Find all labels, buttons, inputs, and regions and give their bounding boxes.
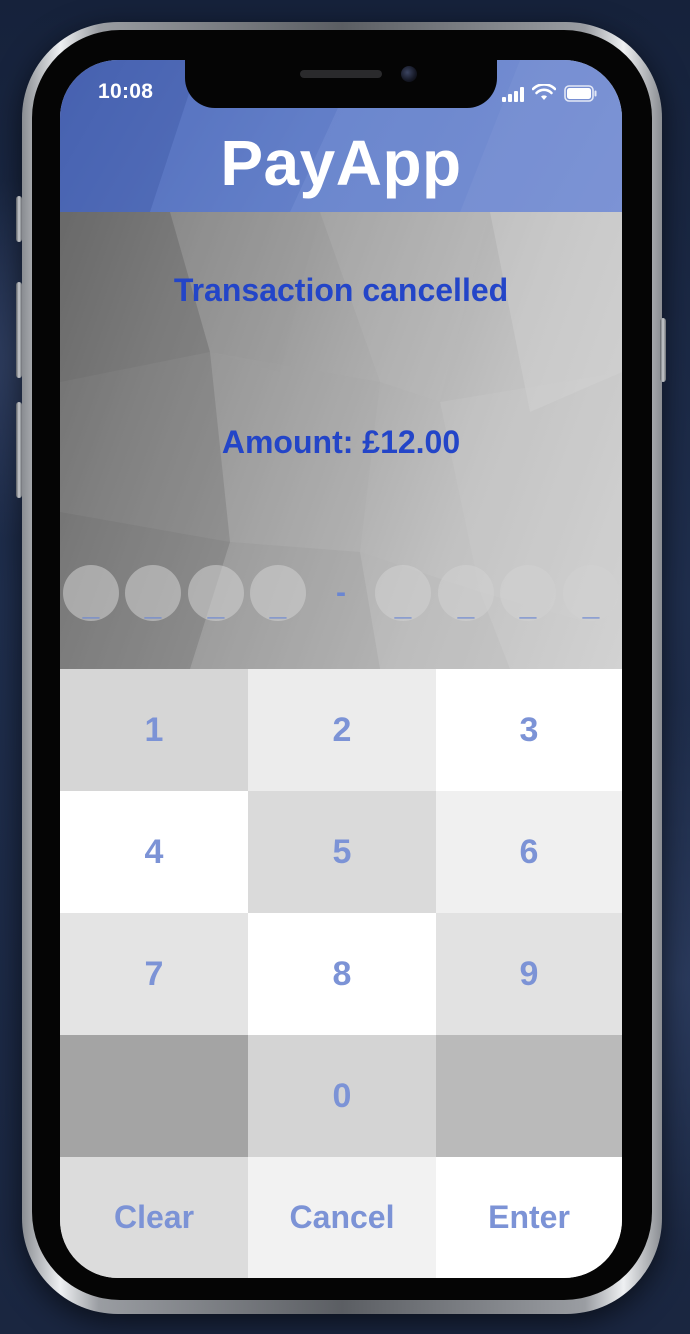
key-8[interactable]: 8 bbox=[248, 913, 436, 1035]
pin-slot: _ bbox=[500, 565, 556, 622]
pin-slot: _ bbox=[563, 565, 619, 622]
numeric-keypad: 1 2 3 4 5 6 7 8 9 0 Clear Cancel Enter bbox=[60, 669, 622, 1278]
phone-notch bbox=[185, 60, 497, 108]
app-title: PayApp bbox=[220, 127, 462, 199]
battery-icon bbox=[564, 85, 597, 102]
power-button bbox=[660, 318, 666, 382]
transaction-display: Transaction cancelled Amount: £12.00 _ _… bbox=[60, 212, 622, 669]
phone-screen: 10:08 PayApp Transaction cancelled Amoun… bbox=[60, 60, 622, 1278]
status-time: 10:08 bbox=[98, 80, 154, 103]
pin-separator: - bbox=[336, 576, 346, 609]
mute-switch bbox=[16, 196, 22, 242]
key-blank-right bbox=[436, 1035, 622, 1157]
pin-slot: _ bbox=[188, 565, 244, 622]
key-4[interactable]: 4 bbox=[60, 791, 248, 913]
signal-icon bbox=[502, 86, 524, 102]
enter-button[interactable]: Enter bbox=[436, 1157, 622, 1278]
wifi-icon bbox=[532, 84, 556, 100]
cancel-button[interactable]: Cancel bbox=[248, 1157, 436, 1278]
speaker-grille bbox=[300, 70, 382, 78]
volume-up-button bbox=[16, 282, 22, 378]
key-blank-left bbox=[60, 1035, 248, 1157]
volume-down-button bbox=[16, 402, 22, 498]
key-9[interactable]: 9 bbox=[436, 913, 622, 1035]
key-5[interactable]: 5 bbox=[248, 791, 436, 913]
transaction-status: Transaction cancelled bbox=[173, 272, 509, 308]
camera-icon bbox=[401, 66, 417, 82]
pin-slot: _ bbox=[250, 565, 306, 622]
pin-slot: _ bbox=[63, 565, 119, 622]
amount-label: Amount: £12.00 bbox=[221, 424, 461, 460]
key-6[interactable]: 6 bbox=[436, 791, 622, 913]
key-2[interactable]: 2 bbox=[248, 669, 436, 791]
key-1[interactable]: 1 bbox=[60, 669, 248, 791]
pin-display: _ _ _ _ - _ _ _ _ bbox=[63, 565, 622, 623]
clear-button[interactable]: Clear bbox=[60, 1157, 248, 1278]
pin-slot: _ bbox=[375, 565, 431, 622]
key-3[interactable]: 3 bbox=[436, 669, 622, 791]
key-0[interactable]: 0 bbox=[248, 1035, 436, 1157]
key-7[interactable]: 7 bbox=[60, 913, 248, 1035]
pin-slot: _ bbox=[438, 565, 494, 622]
status-icons bbox=[502, 82, 598, 102]
pin-slot: _ bbox=[125, 565, 181, 622]
